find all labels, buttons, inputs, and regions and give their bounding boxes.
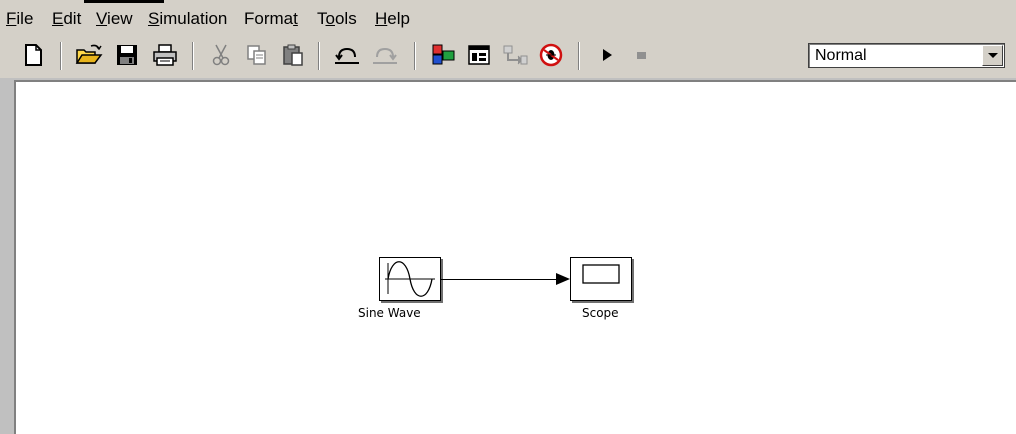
copy-button[interactable]: [240, 38, 274, 72]
menu-view[interactable]: View: [96, 9, 133, 29]
open-folder-icon: [75, 44, 103, 64]
undo-icon: [335, 47, 359, 64]
model-browser-button[interactable]: [462, 38, 496, 72]
stop-simulation-button[interactable]: [624, 38, 658, 72]
sine-wave-icon: [385, 261, 435, 297]
save-button[interactable]: [110, 38, 144, 72]
printer-icon: [153, 44, 177, 66]
cut-button[interactable]: [204, 38, 238, 72]
new-document-icon: [25, 44, 42, 66]
menu-edit[interactable]: Edit: [52, 9, 81, 29]
undo-button[interactable]: [330, 38, 364, 72]
debug-button[interactable]: [534, 38, 568, 72]
library-browser-icon: [432, 44, 455, 65]
dropdown-arrow-button[interactable]: [982, 45, 1003, 66]
copy-icon: [247, 45, 266, 65]
menu-format[interactable]: Format: [244, 9, 298, 29]
scope-label: Scope: [582, 306, 619, 320]
start-simulation-button[interactable]: [590, 38, 624, 72]
go-to-parent-button[interactable]: [498, 38, 532, 72]
toolbar: Normal: [0, 34, 1016, 78]
menu-bar: File Edit View Simulation Format Tools H…: [0, 0, 1016, 34]
toolbar-separator: [192, 42, 194, 70]
sine-wave-block[interactable]: [379, 257, 441, 301]
go-to-parent-icon: [503, 45, 528, 65]
title-bar-remnant: [84, 0, 164, 3]
open-button[interactable]: [72, 38, 106, 72]
save-disk-icon: [117, 45, 137, 65]
new-button[interactable]: [16, 38, 50, 72]
library-browser-button[interactable]: [426, 38, 460, 72]
menu-file[interactable]: File: [6, 9, 33, 29]
scope-block[interactable]: [570, 257, 632, 301]
model-browser-icon: [468, 45, 490, 65]
toolbar-separator: [318, 42, 320, 70]
cut-icon: [212, 44, 230, 66]
model-canvas[interactable]: Sine Wave Scope: [14, 80, 1016, 434]
toolbar-separator: [578, 42, 580, 70]
menu-simulation[interactable]: Simulation: [148, 9, 227, 29]
signal-arrowhead-icon: [556, 273, 570, 285]
play-icon: [603, 49, 612, 61]
toolbar-separator: [414, 42, 416, 70]
scope-screen-icon: [582, 264, 620, 284]
simulation-mode-value: Normal: [815, 47, 867, 64]
signal-line[interactable]: [441, 279, 557, 280]
paste-icon: [283, 44, 303, 66]
toolbar-separator: [60, 42, 62, 70]
stop-icon: [637, 52, 646, 59]
paste-button[interactable]: [276, 38, 310, 72]
redo-button[interactable]: [368, 38, 402, 72]
menu-tools[interactable]: Tools: [317, 9, 357, 29]
print-button[interactable]: [148, 38, 182, 72]
menu-help[interactable]: Help: [375, 9, 410, 29]
simulation-mode-dropdown[interactable]: Normal: [808, 43, 1005, 68]
redo-icon: [373, 47, 397, 64]
sine-wave-label: Sine Wave: [358, 306, 421, 320]
chevron-down-icon: [987, 52, 998, 58]
debug-icon: [539, 43, 563, 67]
